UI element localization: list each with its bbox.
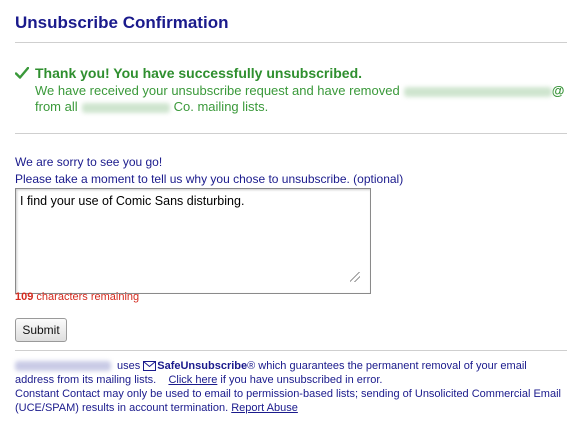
feedback-prompt: Please take a moment to tell us why you …: [15, 172, 404, 186]
footer-line-2-suffix: if you have unsubscribed in error.: [220, 374, 383, 386]
footer-guarantee-text: which guarantees the permanent removal o…: [258, 360, 527, 372]
redacted-sender-name: [15, 361, 111, 372]
page-title: Unsubscribe Confirmation: [15, 13, 229, 32]
redacted-email: [403, 86, 552, 97]
footer-line-1: uses SafeUnsubscribe® which guarantees th…: [15, 359, 575, 373]
envelope-icon: [143, 361, 157, 371]
success-line-2-suffix: Co. mailing lists.: [173, 99, 269, 114]
success-line-1-text: We have received your unsubscribe reques…: [35, 83, 400, 98]
footer-line-3: Constant Contact may only be used to ema…: [15, 388, 561, 400]
remaining-label: characters remaining: [36, 291, 140, 303]
safeunsubscribe-brand: SafeUnsubscribe: [157, 360, 248, 372]
resize-grip-icon[interactable]: [350, 272, 360, 282]
registered-mark: ®: [247, 360, 256, 372]
click-here-link[interactable]: Click here: [168, 374, 217, 386]
success-line-2: from all Co. mailing lists.: [35, 99, 268, 114]
checkmark-icon: [15, 67, 29, 79]
footer-line-2: address from its mailing lists. Click he…: [15, 373, 575, 387]
footer-line-2-text: address from its mailing lists.: [15, 374, 157, 386]
divider-middle: [15, 133, 567, 134]
redacted-business-name: [81, 102, 170, 113]
characters-remaining: 109 characters remaining: [15, 291, 139, 303]
success-line-2-prefix: from all: [35, 99, 78, 114]
footer-line-4: (UCE/SPAM) results in account terminatio…: [15, 401, 575, 415]
sorry-message: We are sorry to see you go!: [15, 155, 163, 169]
divider-top: [15, 42, 567, 43]
email-at-sign: @: [551, 83, 565, 98]
footer-line-4-text: (UCE/SPAM) results in account terminatio…: [15, 402, 229, 414]
success-line-1: We have received your unsubscribe reques…: [35, 83, 564, 98]
success-headline: Thank you! You have successfully unsubsc…: [35, 65, 363, 81]
footer-uses: uses: [117, 360, 141, 372]
footer: uses SafeUnsubscribe® which guarantees th…: [15, 359, 575, 415]
unsubscribe-reason-textarea[interactable]: I find your use of Comic Sans disturbing…: [15, 188, 371, 294]
submit-button[interactable]: Submit: [15, 318, 67, 342]
remaining-count: 109: [15, 291, 34, 303]
report-abuse-link[interactable]: Report Abuse: [231, 402, 298, 414]
divider-bottom: [15, 350, 567, 351]
